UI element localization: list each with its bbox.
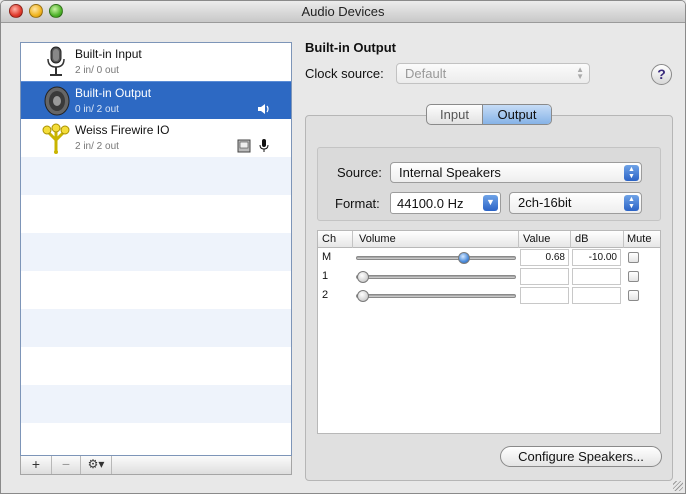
list-empty-row	[21, 423, 291, 455]
microphone-input-icon	[259, 139, 269, 152]
configure-speakers-button[interactable]: Configure Speakers...	[500, 446, 662, 467]
add-device-button[interactable]: +	[21, 456, 52, 474]
resize-handle[interactable]	[673, 481, 683, 491]
list-empty-row	[21, 271, 291, 309]
volume-slider[interactable]	[356, 271, 516, 283]
channel-row-2: 2	[318, 286, 660, 305]
volume-slider[interactable]	[356, 252, 516, 264]
speaker-output-icon	[258, 104, 269, 114]
volume-table-header: Ch Volume Value dB Mute	[318, 231, 660, 248]
mute-checkbox[interactable]	[628, 271, 639, 282]
device-channels: 2 in/ 2 out	[75, 141, 119, 152]
slider-knob[interactable]	[357, 290, 369, 302]
slider-knob[interactable]	[457, 252, 470, 264]
volume-table: Ch Volume Value dB Mute M 0.68 -10.00 1	[317, 230, 661, 434]
finder-icon	[237, 139, 251, 153]
header-db: dB	[575, 233, 589, 245]
mute-checkbox[interactable]	[628, 290, 639, 301]
io-tab-control: Input Output	[426, 104, 552, 125]
list-empty-row	[21, 309, 291, 347]
header-ch: Ch	[322, 233, 337, 245]
list-empty-row	[21, 347, 291, 385]
header-mute: Mute	[627, 233, 652, 245]
bit-depth-popup[interactable]: 2ch-16bit ▲ ▼	[509, 192, 642, 214]
channel-row-1: 1	[318, 267, 660, 286]
channel-label: M	[322, 251, 332, 263]
speaker-icon	[44, 86, 70, 116]
volume-slider[interactable]	[356, 290, 516, 302]
source-value: Internal Speakers	[399, 165, 501, 180]
chevron-down-icon[interactable]: ▼	[483, 195, 498, 211]
device-name: Built-in Output	[75, 86, 152, 100]
popup-arrows-icon: ▲ ▼	[624, 195, 639, 211]
device-list-toolbar: + − ⚙▾	[20, 456, 292, 475]
source-label: Source:	[337, 165, 382, 180]
channel-row-m: M 0.68 -10.00	[318, 248, 660, 267]
help-button[interactable]: ?	[651, 64, 672, 85]
tab-output[interactable]: Output	[483, 105, 551, 124]
firewire-icon	[42, 123, 70, 154]
clock-source-value: Default	[405, 66, 447, 81]
slider-knob[interactable]	[357, 271, 369, 283]
sample-rate-combo[interactable]: 44100.0 Hz ▼	[390, 192, 501, 214]
mute-checkbox[interactable]	[628, 252, 639, 263]
popup-arrows-icon: ▲ ▼	[624, 165, 639, 181]
list-empty-row	[21, 385, 291, 423]
channel-label: 1	[322, 270, 329, 282]
audio-devices-window: Audio Devices Built-in Input 2 in/ 0 out…	[0, 0, 686, 494]
remove-device-button[interactable]: −	[52, 456, 81, 474]
title-bar[interactable]: Audio Devices	[1, 1, 685, 23]
tab-input[interactable]: Input	[427, 105, 483, 124]
db-field[interactable]	[572, 268, 621, 285]
clock-source-label: Clock source:	[305, 66, 384, 81]
format-label: Format:	[335, 196, 380, 211]
device-name: Built-in Input	[75, 47, 142, 61]
device-row-built-in-input[interactable]: Built-in Input 2 in/ 0 out	[21, 43, 291, 81]
header-volume: Volume	[359, 233, 396, 245]
popup-arrows-icon: ▲ ▼	[576, 65, 584, 81]
db-field[interactable]	[572, 287, 621, 304]
channel-label: 2	[322, 289, 329, 301]
window-title: Audio Devices	[301, 4, 385, 19]
bit-depth-value: 2ch-16bit	[518, 195, 572, 210]
source-popup[interactable]: Internal Speakers ▲ ▼	[390, 162, 642, 183]
gear-menu-button[interactable]: ⚙▾	[81, 456, 112, 474]
list-empty-row	[21, 233, 291, 271]
device-row-built-in-output[interactable]: Built-in Output 0 in/ 2 out	[21, 81, 291, 119]
sample-rate-value: 44100.0 Hz	[397, 196, 464, 211]
db-field[interactable]: -10.00	[572, 249, 621, 266]
microphone-icon	[47, 46, 65, 76]
value-field[interactable]: 0.68	[520, 249, 569, 266]
value-field[interactable]	[520, 287, 569, 304]
device-channels: 2 in/ 0 out	[75, 65, 119, 76]
device-channels: 0 in/ 2 out	[75, 104, 119, 115]
clock-source-popup[interactable]: Default ▲ ▼	[396, 63, 590, 84]
device-row-weiss-firewire[interactable]: Weiss Firewire IO 2 in/ 2 out	[21, 119, 291, 157]
device-name: Weiss Firewire IO	[75, 123, 170, 137]
list-empty-row	[21, 157, 291, 195]
device-list[interactable]: Built-in Input 2 in/ 0 out Built-in Outp…	[20, 42, 292, 456]
value-field[interactable]	[520, 268, 569, 285]
header-value: Value	[523, 233, 551, 245]
list-empty-row	[21, 195, 291, 233]
device-title: Built-in Output	[305, 40, 396, 55]
